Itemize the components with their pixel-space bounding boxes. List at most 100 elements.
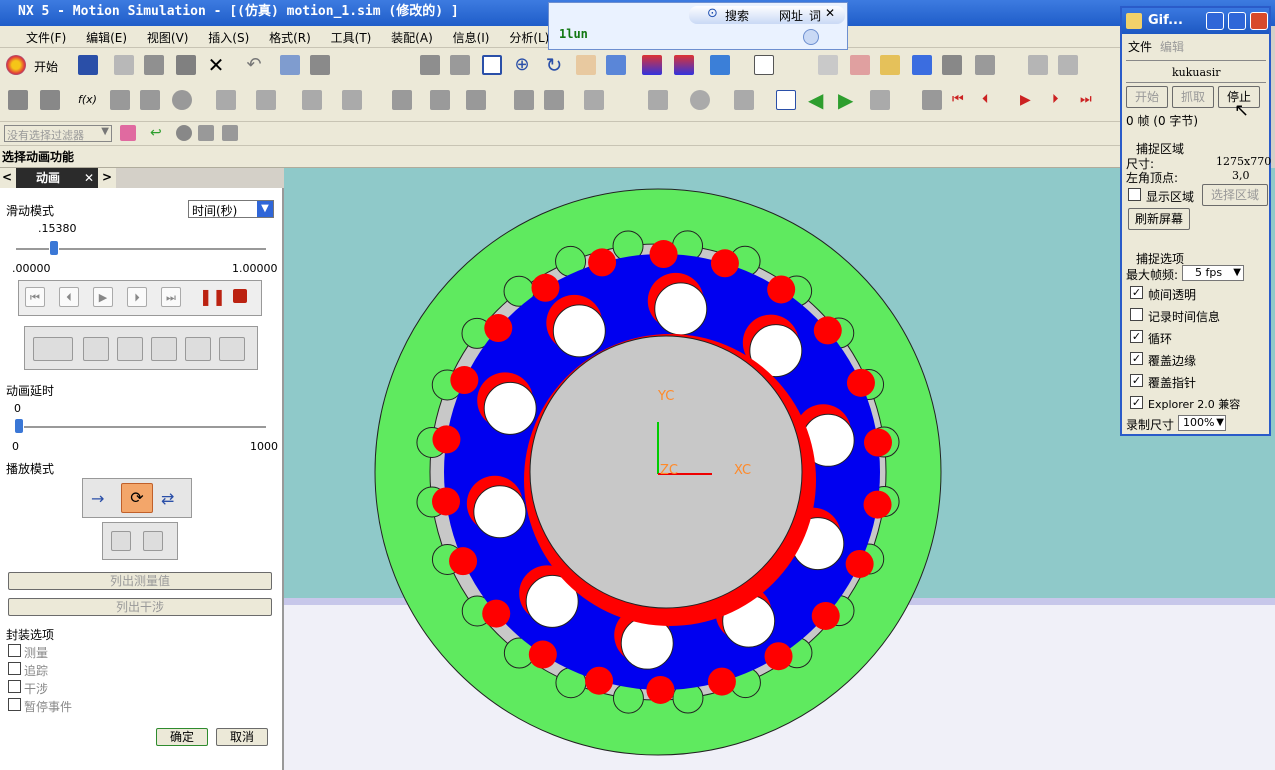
next-frame-icon[interactable]: ⏵: [1052, 90, 1072, 110]
interference-checkbox[interactable]: [8, 680, 21, 693]
measure-icon[interactable]: [975, 55, 995, 75]
paste-icon[interactable]: [176, 55, 196, 75]
back-arrow-icon[interactable]: ◀: [808, 90, 828, 110]
selection-icon[interactable]: [912, 55, 932, 75]
gif-capture-button[interactable]: 抓取: [1172, 86, 1214, 108]
tab-prev-icon[interactable]: <: [2, 170, 12, 184]
snap-to-icon[interactable]: [33, 337, 73, 361]
minimize-icon[interactable]: [1206, 12, 1224, 30]
move-object-icon[interactable]: [310, 55, 330, 75]
fit-icon[interactable]: [420, 55, 440, 75]
go-icon[interactable]: [803, 29, 819, 45]
interference-mode-icon[interactable]: [185, 337, 211, 361]
connector-icon[interactable]: [466, 90, 486, 110]
envelope-icon[interactable]: [734, 90, 754, 110]
pause-event-checkbox[interactable]: [8, 698, 21, 711]
save-icon[interactable]: [78, 55, 98, 75]
trace-icon[interactable]: [690, 90, 710, 110]
play-once-icon[interactable]: →: [91, 489, 111, 509]
perspective-icon[interactable]: [606, 55, 626, 75]
trace-one-icon[interactable]: [111, 531, 131, 551]
menu-item-info[interactable]: 信息(I): [447, 26, 500, 46]
step-forward-icon[interactable]: ⏵: [127, 287, 147, 307]
prev-frame-icon[interactable]: ⏴: [982, 90, 1002, 110]
shaded-icon[interactable]: [674, 55, 694, 75]
pause-icon[interactable]: ❚❚: [199, 287, 226, 307]
gif-option-checkbox[interactable]: ✓: [1130, 352, 1143, 365]
point-icon[interactable]: [880, 55, 900, 75]
address-link[interactable]: 网址: [779, 7, 803, 24]
ok-button[interactable]: 确定: [156, 728, 208, 746]
gif-option-checkbox[interactable]: ✓: [1130, 330, 1143, 343]
list-measure-button[interactable]: 列出测量值: [8, 572, 272, 590]
snap-icon[interactable]: [850, 55, 870, 75]
force-icon[interactable]: [302, 90, 322, 110]
interference-icon[interactable]: [776, 90, 796, 110]
cable-icon[interactable]: [430, 90, 450, 110]
feature-filter-icon[interactable]: [198, 125, 214, 141]
filter-icon[interactable]: [942, 55, 962, 75]
gif-menu-edit[interactable]: 编辑: [1160, 38, 1184, 55]
max-fps-select[interactable]: 5 fps ▼: [1182, 265, 1244, 281]
motion-body-icon[interactable]: [40, 90, 60, 110]
tab-close-icon[interactable]: ✕: [84, 168, 94, 188]
trace-checkbox[interactable]: [8, 662, 21, 675]
menu-item-edit[interactable]: 编辑(E): [80, 26, 137, 46]
pan-icon[interactable]: [576, 55, 596, 75]
menu-item-file[interactable]: 文件(F): [0, 26, 76, 46]
close-icon[interactable]: ✕: [825, 6, 835, 20]
search-icon[interactable]: ⊙: [707, 6, 718, 21]
reset-icon[interactable]: [870, 90, 890, 110]
filter-select[interactable]: 没有选择过滤器 ▼: [4, 125, 112, 142]
zoom-window-icon[interactable]: [450, 55, 470, 75]
measure-checkbox[interactable]: [8, 644, 21, 657]
delay-slider-thumb[interactable]: [14, 418, 24, 434]
zoom-icon[interactable]: ⊕: [512, 55, 532, 75]
copy-object-icon[interactable]: [280, 55, 300, 75]
time-select[interactable]: 时间(秒) ▼: [188, 200, 274, 218]
word-link[interactable]: 词: [809, 7, 821, 24]
first-frame-icon[interactable]: ⏮: [952, 90, 972, 110]
joint-icon[interactable]: [140, 90, 160, 110]
gif-option-checkbox[interactable]: ✓: [1130, 396, 1143, 409]
view-cube-icon[interactable]: [710, 55, 730, 75]
last-frame-icon[interactable]: ⏭: [1080, 90, 1100, 110]
line-icon[interactable]: [1028, 55, 1048, 75]
search-link[interactable]: 搜索: [725, 7, 749, 24]
explode-icon[interactable]: [117, 337, 143, 361]
wcs-icon[interactable]: [818, 55, 838, 75]
to-start-icon[interactable]: ⏮: [25, 287, 45, 307]
spring-icon[interactable]: [216, 90, 236, 110]
rotate-icon[interactable]: ↻: [544, 55, 564, 75]
menu-item-assembly[interactable]: 装配(A): [385, 26, 443, 46]
graph-icon[interactable]: [648, 90, 668, 110]
ping-pong-icon[interactable]: ⇄: [161, 489, 181, 509]
stop-icon[interactable]: [233, 289, 247, 303]
marker-icon[interactable]: [342, 90, 362, 110]
assembly-filter-icon[interactable]: [222, 125, 238, 141]
menu-item-view[interactable]: 视图(V): [141, 26, 199, 46]
start-icon[interactable]: [6, 55, 26, 75]
maximize-icon[interactable]: [1228, 12, 1246, 30]
record-size-select[interactable]: 100% ▼: [1178, 415, 1226, 431]
close-icon[interactable]: [1250, 12, 1268, 30]
menu-item-tools[interactable]: 工具(T): [325, 26, 382, 46]
play-forward-icon[interactable]: ▶: [93, 287, 113, 307]
list-interference-button[interactable]: 列出干涉: [8, 598, 272, 616]
environment-icon[interactable]: [8, 90, 28, 110]
refresh-screen-button[interactable]: 刷新屏幕: [1128, 208, 1190, 230]
gif-option-checkbox[interactable]: ✓: [1130, 374, 1143, 387]
contact-icon[interactable]: [392, 90, 412, 110]
export-icon[interactable]: [922, 90, 942, 110]
function-icon[interactable]: f(x): [78, 93, 97, 106]
results-icon[interactable]: [584, 90, 604, 110]
gear-icon[interactable]: [172, 90, 192, 110]
tab-next-icon[interactable]: >: [102, 170, 112, 184]
ruler-icon[interactable]: [1058, 55, 1078, 75]
solve-icon[interactable]: [514, 90, 534, 110]
tab-animation[interactable]: 动画 ✕: [16, 168, 98, 188]
gif-menu-file[interactable]: 文件: [1128, 38, 1152, 55]
loop-icon[interactable]: ⟳: [121, 483, 153, 513]
trace-mode-icon[interactable]: [83, 337, 109, 361]
menu-item-format[interactable]: 格式(R): [263, 26, 321, 46]
